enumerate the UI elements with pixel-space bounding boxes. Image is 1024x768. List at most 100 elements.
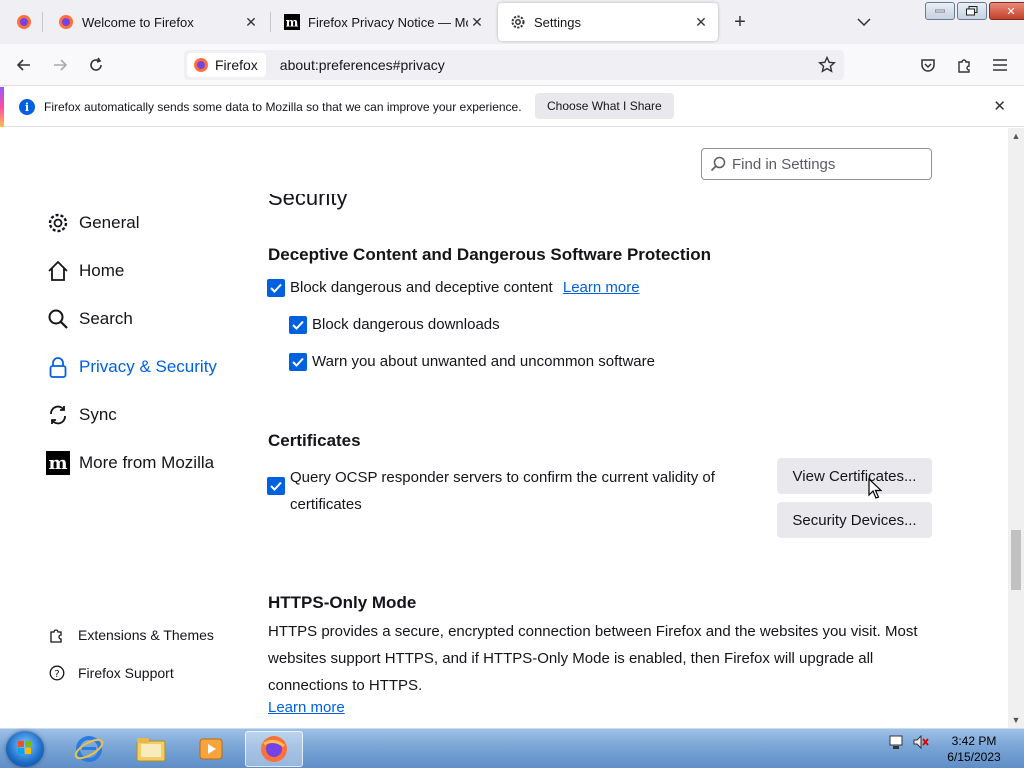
system-clock[interactable]: 3:42 PM 6/15/2023 (940, 733, 1008, 765)
pocket-button[interactable] (914, 52, 942, 78)
tab-strip: Welcome to Firefox ✕ m Firefox Privacy N… (0, 0, 1024, 44)
category-general[interactable]: General (46, 211, 139, 235)
tab-welcome[interactable]: Welcome to Firefox ✕ (46, 3, 268, 41)
block-deceptive-label: Block dangerous and deceptive content Le… (290, 279, 640, 296)
tab-settings[interactable]: Settings ✕ (498, 3, 718, 41)
taskbar-file-explorer[interactable] (122, 731, 180, 767)
back-arrow-icon (16, 59, 30, 71)
navigation-toolbar: Firefox about:preferences#privacy (0, 44, 1024, 86)
bookmark-star-icon[interactable] (818, 55, 836, 77)
https-learn-more-link[interactable]: Learn more (268, 699, 345, 716)
close-icon: ✕ (1006, 5, 1016, 18)
certificates-heading: Certificates (268, 431, 361, 450)
identity-box[interactable]: Firefox (187, 53, 266, 77)
gear-icon (510, 14, 526, 30)
lock-icon (46, 355, 70, 379)
taskbar-internet-explorer[interactable] (60, 731, 118, 767)
data-reporting-notification: i Firefox automatically sends some data … (0, 87, 1024, 127)
taskbar-firefox[interactable] (245, 731, 303, 767)
close-notification-icon[interactable]: ✕ (993, 97, 1006, 115)
checkmark-icon (292, 320, 304, 330)
info-icon: i (19, 99, 35, 115)
mozilla-m-icon: m (284, 14, 300, 30)
category-search[interactable]: Search (46, 307, 133, 331)
settings-content: Find in Settings General Home Search Pri… (0, 128, 1008, 728)
category-privacy-security[interactable]: Privacy & Security (46, 355, 217, 379)
close-tab-icon[interactable]: ✕ (692, 13, 710, 31)
footer-label: Firefox Support (78, 665, 174, 681)
reload-button[interactable] (82, 52, 110, 78)
extensions-button[interactable] (950, 52, 978, 78)
search-icon (710, 156, 726, 172)
taskbar-media-player[interactable] (182, 731, 240, 767)
tab-title: Settings (534, 14, 581, 30)
category-more-from-mozilla[interactable]: m More from Mozilla (46, 451, 214, 475)
deceptive-content-heading: Deceptive Content and Dangerous Software… (268, 245, 712, 264)
sync-icon (46, 403, 70, 427)
home-icon (46, 259, 70, 283)
restore-button[interactable] (957, 2, 987, 20)
forward-button[interactable] (46, 52, 74, 78)
hamburger-menu-icon (993, 59, 1007, 71)
view-certificates-button[interactable]: View Certificates... (777, 458, 932, 494)
notification-accent-stripe (0, 87, 4, 127)
tab-title: Welcome to Firefox (82, 14, 194, 30)
close-tab-icon[interactable]: ✕ (242, 13, 260, 31)
category-label: Home (79, 261, 125, 280)
action-center-icon[interactable] (888, 733, 906, 751)
scroll-up-arrow-icon[interactable]: ▲ (1008, 128, 1024, 144)
vertical-scrollbar[interactable]: ▲ ▼ (1008, 128, 1024, 728)
minimize-icon (935, 9, 945, 13)
volume-muted-icon[interactable] (912, 733, 930, 751)
search-icon (46, 307, 70, 331)
find-in-settings-input[interactable]: Find in Settings (701, 148, 932, 180)
firefox-icon (58, 14, 74, 30)
scroll-down-arrow-icon[interactable]: ▼ (1008, 712, 1024, 728)
pocket-icon (921, 59, 935, 72)
scrollbar-thumb[interactable] (1011, 530, 1021, 590)
back-button[interactable] (10, 52, 38, 78)
security-devices-button[interactable]: Security Devices... (777, 502, 932, 538)
start-button[interactable] (6, 731, 44, 767)
internet-explorer-icon (74, 736, 104, 762)
https-only-description: HTTPS provides a secure, encrypted conne… (268, 623, 918, 694)
choose-what-i-share-button[interactable]: Choose What I Share (535, 93, 674, 119)
new-tab-button[interactable]: + (728, 10, 752, 34)
firefox-icon (194, 58, 208, 72)
category-label: Privacy & Security (79, 357, 217, 376)
media-player-icon (199, 738, 223, 760)
block-downloads-checkbox[interactable] (289, 316, 307, 334)
close-tab-icon[interactable]: ✕ (468, 13, 486, 31)
svg-text:m: m (286, 16, 299, 30)
close-window-button[interactable]: ✕ (989, 2, 1024, 20)
tab-privacy-notice[interactable]: m Firefox Privacy Notice — Mozilla ✕ (272, 3, 494, 41)
gear-icon (46, 211, 70, 235)
windows-logo-icon (18, 741, 31, 754)
category-home[interactable]: Home (46, 259, 124, 283)
ocsp-checkbox[interactable] (267, 477, 285, 495)
url-text[interactable]: about:preferences#privacy (280, 57, 445, 73)
app-menu-button[interactable] (986, 52, 1014, 78)
firefox-view-button[interactable] (4, 3, 34, 41)
forward-arrow-icon (54, 59, 68, 71)
clock-date: 6/15/2023 (947, 750, 1001, 764)
category-sync[interactable]: Sync (46, 403, 117, 427)
svg-text:m: m (48, 453, 67, 474)
minimize-button[interactable] (925, 2, 955, 20)
restore-icon (966, 6, 978, 16)
checkmark-icon (270, 481, 282, 491)
search-placeholder: Find in Settings (732, 155, 836, 173)
block-downloads-label: Block dangerous downloads (312, 316, 500, 333)
extensions-themes-link[interactable]: Extensions & Themes (48, 626, 214, 644)
section-heading-security: Security (268, 194, 348, 210)
tab-title: Firefox Privacy Notice — Mozilla (308, 14, 468, 30)
block-deceptive-checkbox[interactable] (267, 279, 285, 297)
url-bar[interactable]: Firefox about:preferences#privacy (184, 50, 844, 80)
learn-more-link[interactable]: Learn more (563, 279, 640, 296)
firefox-icon (16, 14, 32, 30)
list-all-tabs-button[interactable] (852, 12, 876, 32)
identity-label: Firefox (215, 57, 258, 73)
warn-unwanted-checkbox[interactable] (289, 353, 307, 371)
firefox-support-link[interactable]: ? Firefox Support (48, 664, 174, 682)
warn-unwanted-label: Warn you about unwanted and uncommon sof… (312, 353, 655, 370)
